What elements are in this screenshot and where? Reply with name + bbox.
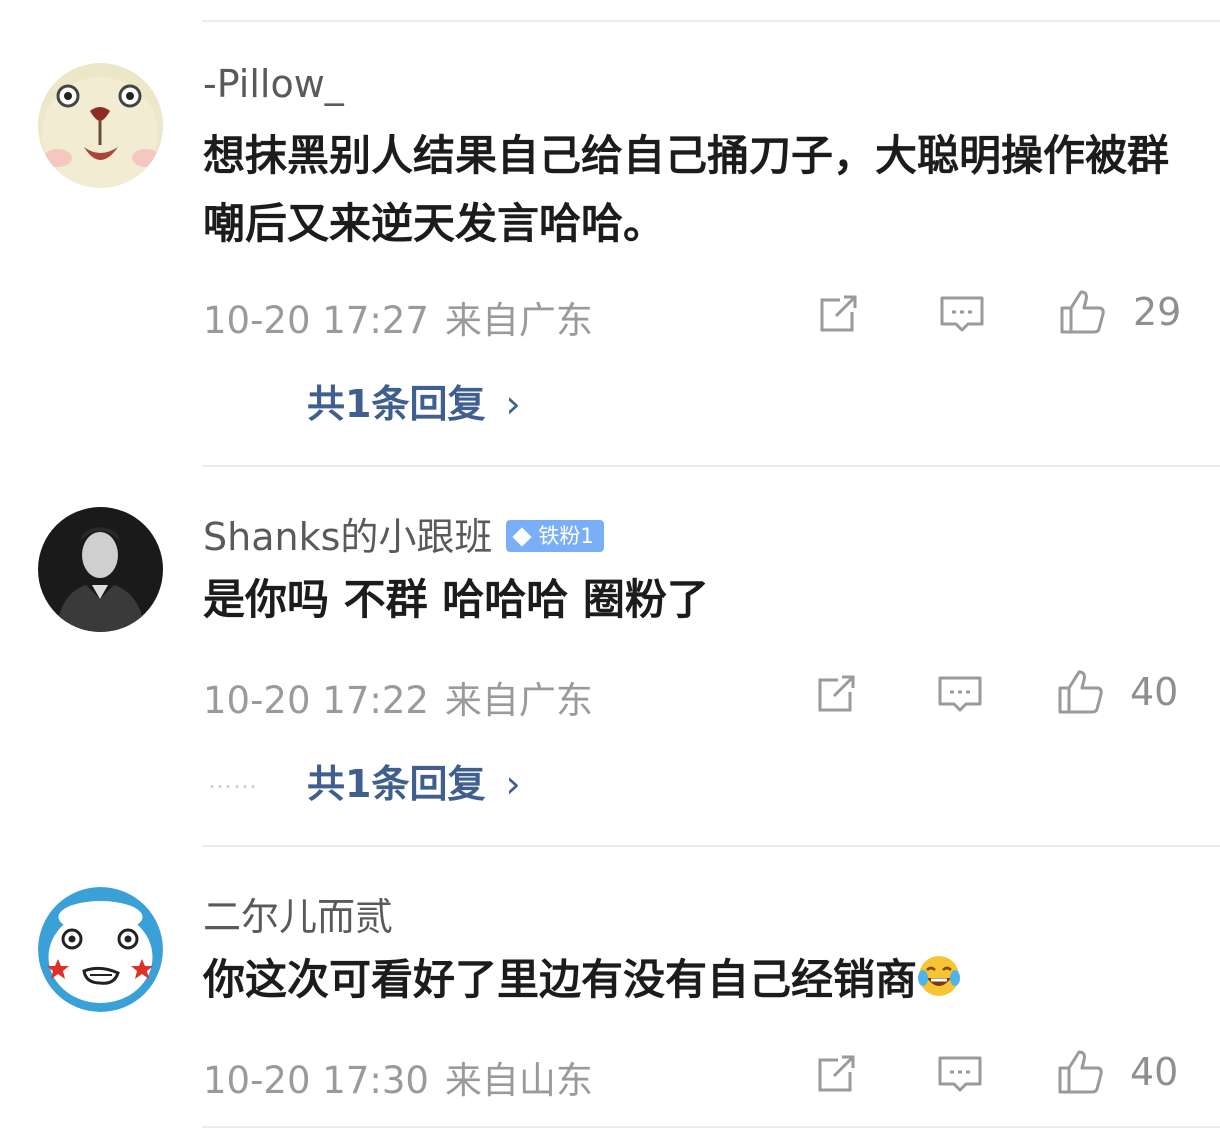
timestamp: 10-20 17:30 [203, 1059, 429, 1102]
like-button[interactable] [1056, 1048, 1104, 1096]
repost-button[interactable] [812, 1050, 860, 1098]
badge-label: 铁粉1 [538, 523, 594, 548]
comment-meta: 10-20 17:30 来自山东 [203, 1050, 593, 1104]
laughing-crying-emoji [917, 954, 961, 998]
edit-share-icon [820, 295, 857, 332]
username[interactable]: 二尔儿而贰 [203, 886, 393, 941]
comment-bubble-icon [940, 296, 984, 332]
comment-button[interactable] [936, 1050, 984, 1098]
diamond-icon [512, 526, 533, 547]
comment-bubble-icon [938, 1056, 982, 1092]
comment-button[interactable] [936, 670, 984, 718]
avatar[interactable] [38, 507, 163, 632]
comment-text-content: 你这次可看好了里边有没有自己经销商 [203, 955, 918, 1004]
edit-share-icon [818, 1055, 855, 1092]
comment-meta: 10-20 17:27 来自广东 [203, 290, 593, 344]
comment-text: 想抹黑别人结果自己给自己捅刀子，大聪明操作被群嘲后又来逆天发言哈哈。 [203, 131, 1170, 248]
location: 来自广东 [444, 299, 593, 342]
chevron-right-icon: › [505, 382, 521, 426]
location: 来自山东 [444, 1059, 593, 1102]
divider-top [202, 20, 1220, 22]
thread-dots: …… [208, 766, 258, 794]
like-count: 40 [1130, 670, 1179, 714]
username-text: Shanks的小跟班 [203, 515, 493, 559]
like-button[interactable] [1058, 288, 1106, 336]
timestamp: 10-20 17:22 [203, 679, 429, 722]
thumbs-up-icon [1060, 290, 1105, 334]
thumbs-up-icon [1058, 670, 1103, 714]
comment-button[interactable] [938, 290, 986, 338]
comment-meta: 10-20 17:22 来自广东 [203, 670, 593, 724]
repost-button[interactable] [814, 290, 862, 338]
comment-bubble-icon [938, 676, 982, 712]
view-replies-link[interactable]: 共1条回复 › [307, 753, 521, 808]
divider-bottom [202, 1126, 1220, 1128]
fan-badge: 铁粉1 [506, 519, 604, 552]
replies-label: 共1条回复 [307, 382, 486, 426]
chevron-right-icon: › [505, 762, 521, 806]
username[interactable]: Shanks的小跟班 铁粉1 [203, 506, 604, 561]
like-count: 29 [1133, 290, 1182, 334]
username[interactable]: -Pillow_ [203, 62, 344, 106]
timestamp: 10-20 17:27 [203, 299, 429, 342]
comment-text: 你这次可看好了里边有没有自己经销商 [203, 946, 1193, 1014]
like-button[interactable] [1056, 668, 1104, 716]
edit-share-icon [818, 675, 855, 712]
repost-button[interactable] [812, 670, 860, 718]
avatar[interactable] [38, 887, 163, 1012]
divider [202, 465, 1220, 467]
view-replies-link[interactable]: 共1条回复 › [307, 373, 521, 428]
replies-label: 共1条回复 [307, 762, 486, 806]
like-count: 40 [1130, 1050, 1179, 1094]
comment-text: 是你吗 不群 哈哈哈 圈粉了 [203, 575, 709, 624]
avatar[interactable] [38, 63, 163, 188]
location: 来自广东 [444, 679, 593, 722]
thumbs-up-icon [1058, 1050, 1103, 1094]
divider [202, 845, 1220, 847]
